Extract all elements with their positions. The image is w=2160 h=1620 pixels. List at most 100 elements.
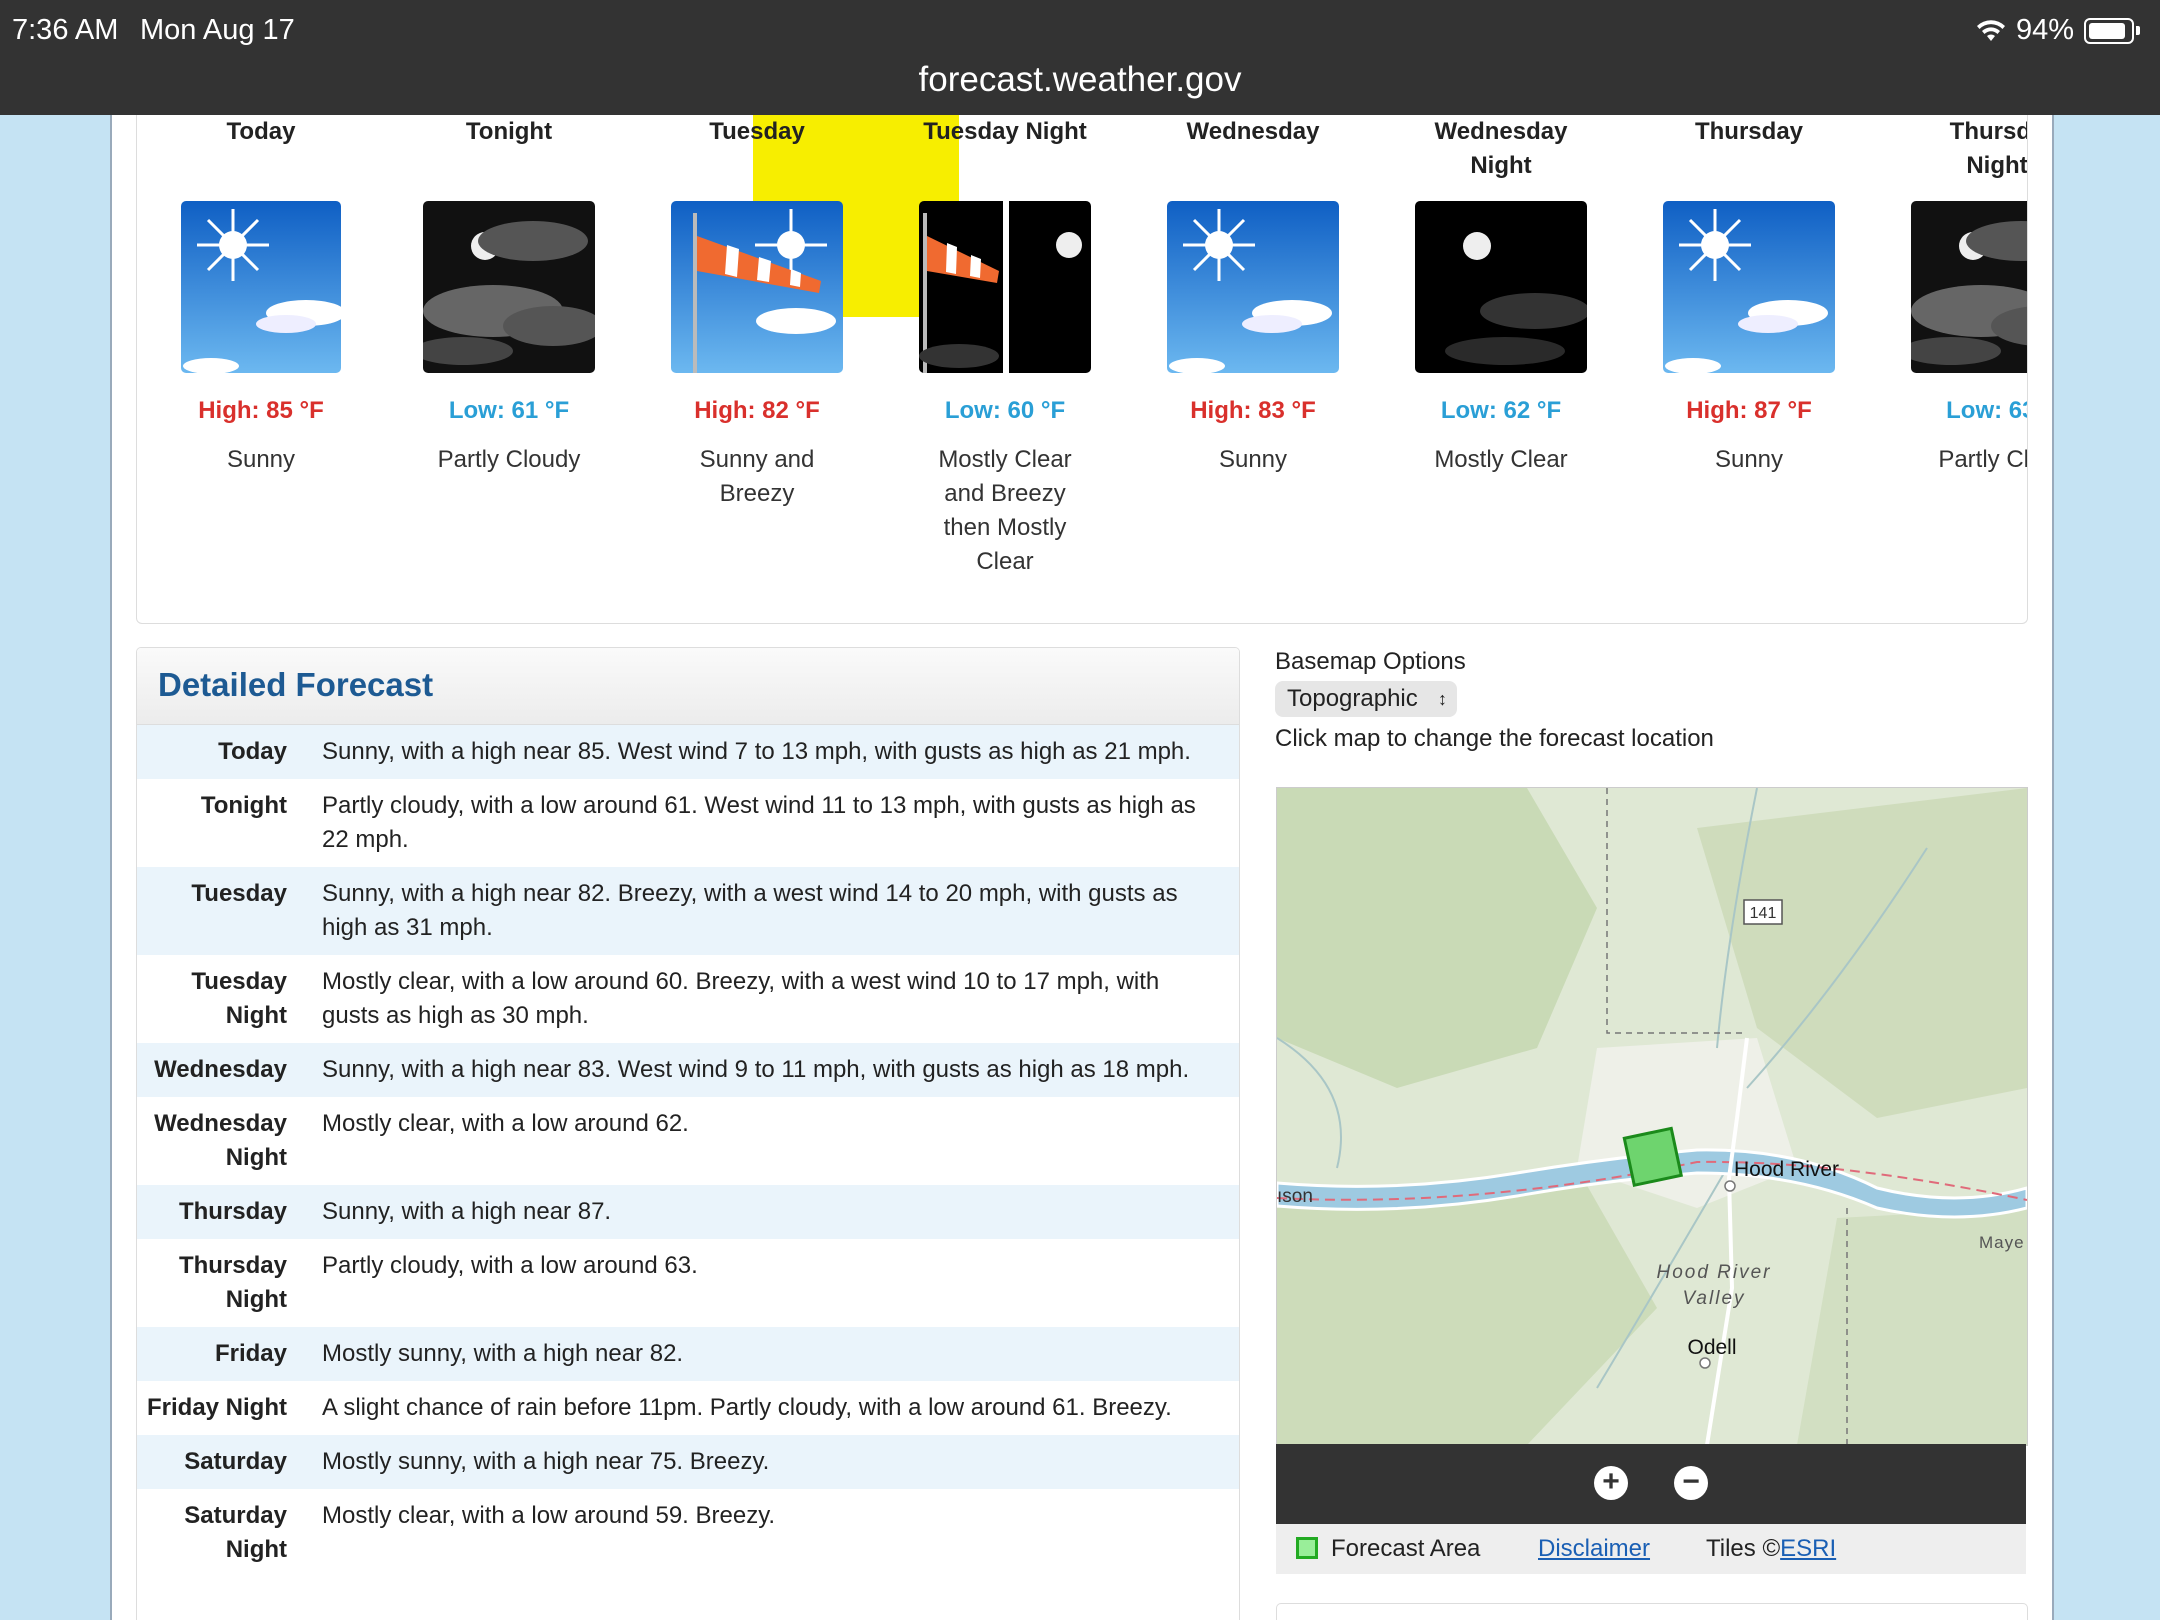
- row-period-label: Friday Night: [137, 1391, 287, 1425]
- sunny-breezy-icon: [671, 201, 843, 373]
- detailed-forecast-row: Today Sunny, with a high near 85. West wi…: [137, 725, 1239, 779]
- seven-day-forecast: Today High: 85 °F Sunny Tonight Low: 61 °F Pa…: [136, 115, 2028, 624]
- row-period-label: Tuesday Night: [137, 965, 287, 1033]
- row-label-line1: Thursday: [178, 1252, 287, 1279]
- forecast-period: Tonight Low: 61 °F Partly Cloudy: [385, 115, 633, 477]
- zoom-out-button[interactable]: −: [1674, 1466, 1708, 1500]
- row-period-label: Wednesday: [137, 1053, 287, 1087]
- row-label-line2: Night: [225, 1536, 287, 1563]
- battery-tip: [2136, 26, 2140, 35]
- period-short-description: Sunny: [226, 446, 296, 473]
- period-temperature: Low: 61 °F: [448, 397, 570, 424]
- forecast-period: Wednesday High: 83 °F Sunny: [1129, 115, 1377, 477]
- row-label-line1: Saturday: [184, 1448, 287, 1475]
- period-short-description: Sunny and Breezy: [699, 446, 815, 507]
- forecast-area-marker[interactable]: [1622, 1126, 1684, 1188]
- forecast-period: Tuesday High: 82 °F Sunny and Breezy: [633, 115, 881, 511]
- period-name-line1: Tuesday: [709, 118, 805, 145]
- period-name-line1: Today: [226, 118, 296, 145]
- sunny-icon: [181, 201, 341, 373]
- row-forecast-text: Partly cloudy, with a low around 61. Wes…: [322, 792, 1196, 853]
- row-forecast-text: Mostly clear, with a low around 60. Bree…: [322, 968, 1160, 1029]
- ios-status-bar: 7:36 AM Mon Aug 17 94% forecast.weather.…: [0, 0, 2160, 115]
- forecast-area-swatch-icon: [1296, 1537, 1318, 1559]
- wifi-icon: [1976, 19, 2005, 41]
- detailed-forecast-row: Wednesday Sunny, with a high near 83. Wes…: [137, 1043, 1239, 1097]
- tiles-prefix: Tiles ©: [1706, 1535, 1781, 1562]
- forecast-period: Tuesday Night Low: 60 °F Mostly Clear and …: [881, 115, 1129, 579]
- row-forecast-text: Mostly sunny, with a high near 75. Breez…: [322, 1448, 770, 1475]
- detailed-forecast-row: Saturday Mostly sunny, with a high near 7…: [137, 1435, 1239, 1489]
- zoom-in-button[interactable]: +: [1594, 1466, 1628, 1500]
- forecast-period: Today High: 85 °F Sunny: [137, 115, 385, 477]
- battery-percent: 94%: [2015, 14, 2074, 46]
- clear-breezy-night-icon: [919, 201, 1091, 373]
- row-label-line1: Today: [218, 738, 287, 765]
- map-hint: Click map to change the forecast locatio…: [1275, 725, 1714, 752]
- detailed-forecast-panel: Detailed Forecast Today Sunny, with a hig…: [136, 647, 1240, 1620]
- detailed-forecast-row: Friday Night A slight chance of rain befo…: [137, 1381, 1239, 1435]
- partly-cloudy-night-icon: [423, 201, 595, 373]
- esri-link[interactable]: ESRI: [1780, 1535, 1836, 1562]
- map-label-valley: Hood River: [1656, 1262, 1771, 1283]
- row-label-line1: Saturday: [184, 1502, 287, 1529]
- row-period-label: Tonight: [137, 789, 287, 857]
- detailed-forecast-row: Thursday Sunny, with a high near 87.: [137, 1185, 1239, 1239]
- period-name: Wednesday: [1129, 115, 1377, 201]
- status-time: 7:36 AM: [12, 14, 119, 46]
- forecast-map[interactable]: 141 Hood River Hood River Valley Odell ı…: [1276, 787, 2028, 1446]
- basemap-options-label: Basemap Options: [1275, 648, 1466, 675]
- forecast-periods: Today High: 85 °F Sunny Tonight Low: 61 °F Pa…: [137, 115, 2027, 615]
- row-period-label: Thursday Night: [137, 1249, 287, 1317]
- row-forecast-text: Partly cloudy, with a low around 63.: [322, 1252, 698, 1279]
- period-name-line2: Night: [1470, 152, 1532, 179]
- period-name-line1: Wednesday: [1434, 118, 1568, 145]
- period-name-line1: Wednesday: [1186, 118, 1320, 145]
- detailed-forecast-rows: Today Sunny, with a high near 85. West wi…: [137, 725, 1239, 1577]
- row-label-line2: Night: [225, 1002, 287, 1029]
- address-bar[interactable]: forecast.weather.gov: [0, 60, 2160, 100]
- map-label-odell: Odell: [1687, 1336, 1736, 1359]
- map-label-left-edge: ıson: [1277, 1186, 1313, 1207]
- town-marker: [1699, 1357, 1711, 1369]
- period-name: Tuesday Night: [881, 115, 1129, 201]
- row-label-line2: Night: [225, 1286, 287, 1313]
- period-name: Thursday: [1625, 115, 1873, 201]
- period-temperature: High: 87 °F: [1686, 397, 1812, 424]
- detailed-forecast-row: Tonight Partly cloudy, with a low around …: [137, 779, 1239, 867]
- detailed-forecast-row: Tuesday Sunny, with a high near 82. Breez…: [137, 867, 1239, 955]
- period-short-description: Partly Cloudy: [437, 446, 581, 473]
- row-forecast-text: Mostly clear, with a low around 59. Bree…: [322, 1502, 776, 1529]
- page-content: Today High: 85 °F Sunny Tonight Low: 61 °F Pa…: [110, 115, 2054, 1620]
- route-label: 141: [1750, 905, 1777, 922]
- detailed-forecast-row: Thursday Night Partly cloudy, with a low a…: [137, 1239, 1239, 1327]
- battery-icon: [2084, 17, 2134, 44]
- status-right: 94%: [1976, 14, 2140, 47]
- detailed-forecast-header: Detailed Forecast: [137, 648, 1239, 725]
- period-short-description: Partly Clou: [1938, 446, 2027, 473]
- partly-cloudy-night-icon: [1911, 201, 2027, 373]
- period-short-description: Mostly Clear: [1434, 446, 1568, 473]
- disclaimer-link[interactable]: Disclaimer: [1538, 1524, 1650, 1574]
- period-name: Thursda Night: [1873, 115, 2027, 201]
- forecast-period: Wednesday Night Low: 62 °F Mostly Clear: [1377, 115, 1625, 477]
- detailed-forecast-row: Saturday Night Mostly clear, with a low ar…: [137, 1489, 1239, 1577]
- map-canvas[interactable]: 141 Hood River Hood River Valley Odell ı…: [1277, 788, 2027, 1445]
- row-label-line1: Wednesday: [154, 1110, 287, 1137]
- map-controls: + −: [1276, 1444, 2026, 1524]
- basemap-select[interactable]: Topographic ↕: [1275, 681, 1457, 717]
- row-period-label: Friday: [137, 1337, 287, 1371]
- forecast-period: Thursda Night Low: 63 ' Partly Clou: [1873, 115, 2027, 477]
- row-label-line1: Thursday: [178, 1198, 287, 1225]
- row-forecast-text: Sunny, with a high near 87.: [322, 1198, 612, 1225]
- row-label-line1: Tuesday: [191, 968, 287, 995]
- period-temperature: Low: 62 °F: [1440, 397, 1562, 424]
- period-short-description: Sunny: [1714, 446, 1784, 473]
- row-label-line1: Tonight: [200, 792, 287, 819]
- period-temperature: Low: 60 °F: [944, 397, 1066, 424]
- map-label-right-edge: Maye: [1979, 1233, 2025, 1252]
- period-name-line1: Tonight: [465, 118, 553, 145]
- detailed-forecast-row: Wednesday Night Mostly clear, with a low a…: [137, 1097, 1239, 1185]
- period-name: Wednesday Night: [1377, 115, 1625, 201]
- period-temperature: High: 82 °F: [694, 397, 820, 424]
